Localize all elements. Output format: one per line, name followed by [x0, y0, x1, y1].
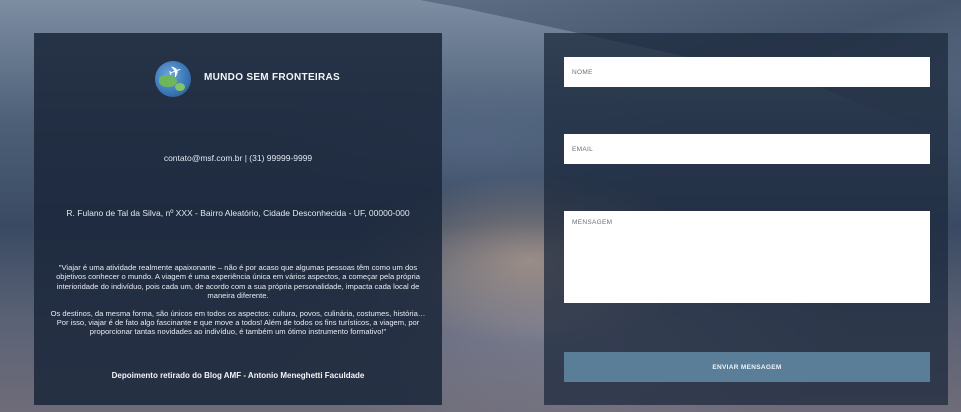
quote-paragraph-2: Os destinos, da mesma forma, são únicos …: [50, 308, 426, 337]
contact-form: ENVIAR MENSAGEM: [544, 33, 948, 405]
address-info: R. Fulano de Tal da Silva, nº XXX - Bair…: [66, 208, 410, 218]
quote-credit: Depoimento retirado do Blog AMF - Antoni…: [111, 371, 365, 380]
message-textarea[interactable]: [564, 211, 930, 303]
info-panel: ✈ MUNDO SEM FRONTEIRAS contato@msf.com.b…: [34, 33, 442, 405]
globe-plane-icon: ✈: [155, 61, 191, 97]
brand: ✈ MUNDO SEM FRONTEIRAS: [34, 61, 442, 101]
logo-land-shape-small: [175, 83, 185, 91]
name-input[interactable]: [564, 57, 930, 87]
testimonial-quote: "Viajar é uma atividade realmente apaixo…: [48, 263, 428, 345]
quote-paragraph-1: "Viajar é uma atividade realmente apaixo…: [56, 263, 420, 301]
contact-info: contato@msf.com.br | (31) 99999-9999: [163, 153, 313, 163]
brand-name: MUNDO SEM FRONTEIRAS: [204, 72, 340, 83]
send-message-button[interactable]: ENVIAR MENSAGEM: [564, 352, 930, 382]
email-input[interactable]: [564, 134, 930, 164]
